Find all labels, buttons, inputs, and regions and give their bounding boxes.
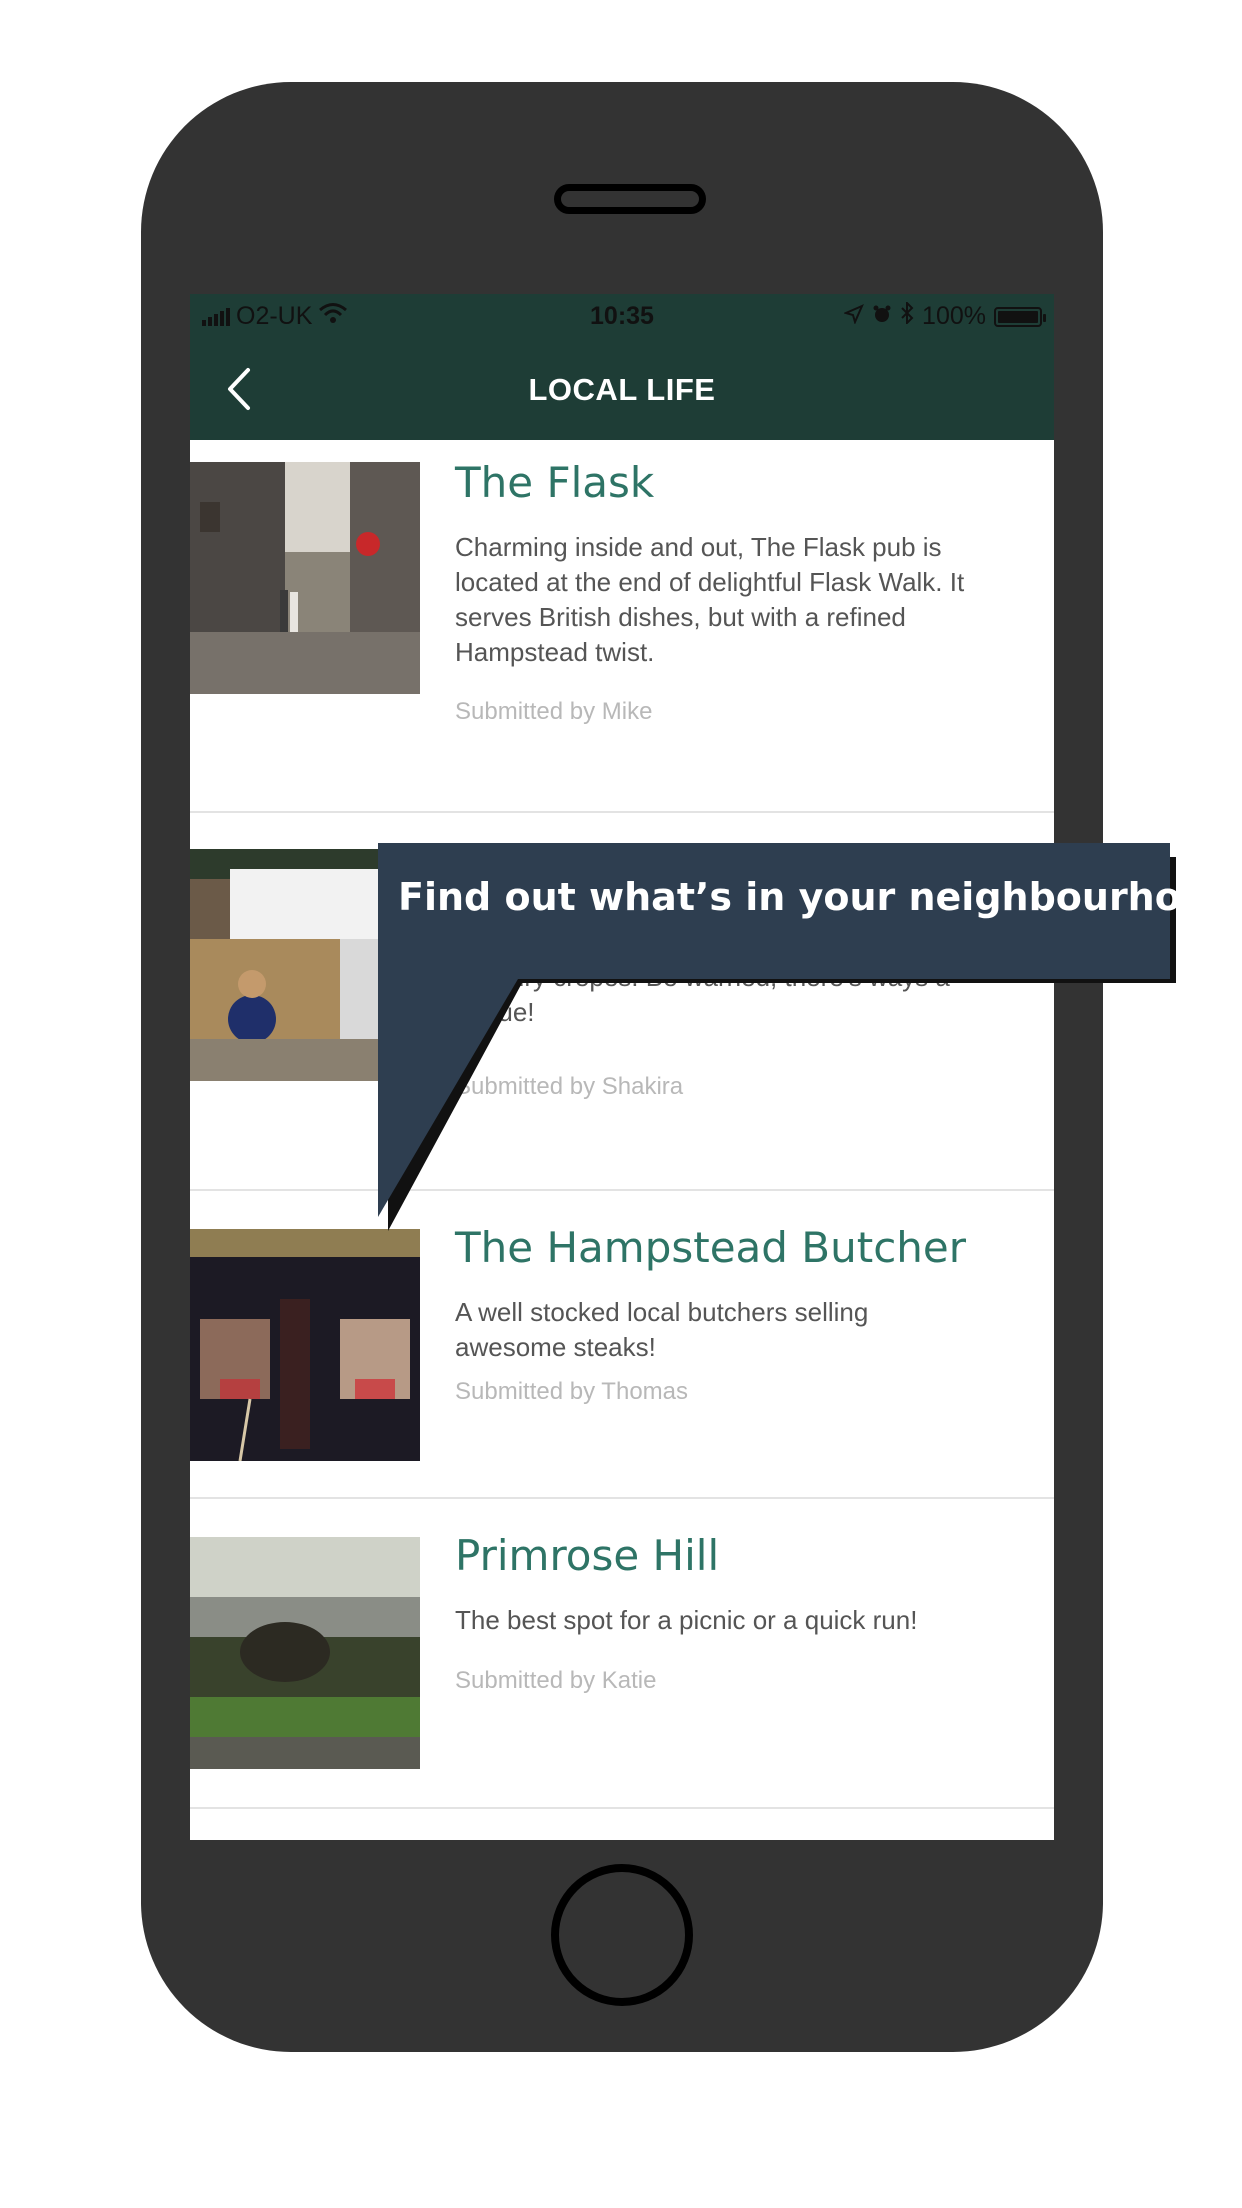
- list-item[interactable]: Primrose Hill The best spot for a picnic…: [190, 1499, 1054, 1809]
- status-bar: O2-UK 10:35 100%: [190, 294, 1054, 338]
- battery-percent: 100%: [922, 302, 986, 330]
- item-description: Charming inside and out, The Flask pub i…: [455, 532, 965, 667]
- item-author: Submitted by Thomas: [455, 1378, 689, 1405]
- item-title: The Flask: [455, 458, 655, 507]
- item-photo-hampstead-butcher: [190, 1229, 420, 1461]
- item-photo-primrose-hill: [190, 1537, 420, 1769]
- list-item[interactable]: The Flask Charming inside and out, The F…: [190, 440, 1054, 813]
- item-author: Submitted by Mike: [455, 698, 653, 725]
- status-right: 100%: [843, 300, 1046, 331]
- item-description: The best spot for a picnic or a quick ru…: [455, 1605, 918, 1635]
- list-item[interactable]: [190, 1809, 1054, 1840]
- location-arrow-icon: [843, 302, 864, 331]
- battery-icon: [994, 306, 1046, 327]
- page-title: LOCAL LIFE: [528, 372, 716, 407]
- alarm-icon: [872, 302, 892, 331]
- item-photo-the-flask: [190, 462, 420, 694]
- earpiece: [554, 184, 706, 214]
- item-title: Primrose Hill: [455, 1531, 720, 1580]
- home-button[interactable]: [551, 1864, 693, 2006]
- item-description: A well stocked local butchers selling aw…: [455, 1297, 869, 1362]
- bluetooth-icon: [900, 300, 914, 331]
- item-author: Submitted by Katie: [455, 1667, 657, 1694]
- callout-text: Find out what’s in your neighbourhood: [398, 875, 1235, 919]
- nav-bar: LOCAL LIFE: [190, 338, 1054, 440]
